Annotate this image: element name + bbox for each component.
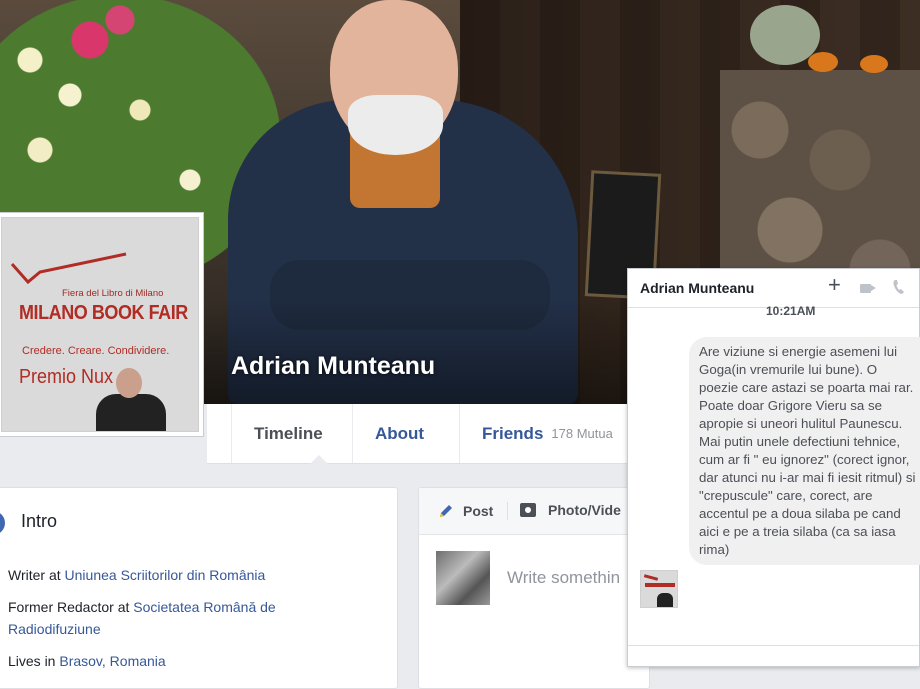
pencil-icon	[440, 505, 452, 517]
picture-person	[90, 368, 170, 431]
tab-timeline[interactable]: Timeline	[231, 404, 352, 464]
phone-icon[interactable]	[892, 279, 906, 295]
tab-about[interactable]: About	[352, 404, 452, 463]
post-label: Post	[463, 503, 494, 519]
intro-title: Intro	[21, 511, 58, 531]
composer-input[interactable]: Write somethin	[507, 568, 620, 588]
intro-card: Intro Writer at Uniunea Scriitorilor din…	[0, 487, 398, 689]
profile-picture-image: Fiera del Libro di Milano MILANO BOOK FA…	[1, 217, 199, 432]
intro-item-lives-in: Lives in Brasov, Romania	[8, 650, 166, 672]
tab-friends-label: Friends	[482, 423, 544, 443]
composer-divider	[507, 502, 508, 520]
chat-header[interactable]: Adrian Munteanu +	[628, 269, 919, 308]
profile-name[interactable]: Adrian Munteanu	[231, 352, 435, 381]
post-composer: Post Photo/Vide Write somethin	[418, 487, 650, 689]
photo-video-label: Photo/Vide	[548, 502, 621, 518]
video-call-icon[interactable]	[860, 284, 876, 293]
cover-person-beard	[348, 95, 443, 155]
message-timestamp: 10:21AM	[766, 304, 816, 318]
message-bubble[interactable]: Are viziune si energie asemeni lui Goga(…	[689, 337, 920, 565]
photo-icon	[520, 503, 536, 517]
cover-pumpkin-small	[860, 55, 888, 73]
picture-text-fair-italian: Fiera del Libro di Milano	[62, 288, 164, 299]
composer-avatar[interactable]	[436, 551, 490, 605]
plus-icon[interactable]: +	[828, 274, 841, 296]
globe-icon	[0, 511, 5, 535]
photo-video-button[interactable]: Photo/Vide	[520, 502, 621, 518]
cover-pumpkin-small	[808, 52, 838, 72]
book-fair-logo-icon	[10, 252, 127, 285]
chat-input-area[interactable]	[628, 645, 919, 666]
intro-item-former-work: Former Redactor at Societatea Română de …	[8, 596, 368, 640]
intro-link-workplace[interactable]: Uniunea Scriitorilor din România	[65, 567, 266, 583]
tab-timeline-label: Timeline	[254, 423, 323, 443]
intro-item-prefix: Writer at	[8, 567, 65, 583]
post-button[interactable]: Post	[437, 502, 493, 520]
picture-text-slogan: Credere. Creare. Condividere.	[22, 345, 170, 357]
chat-contact-avatar[interactable]	[640, 570, 678, 608]
profile-picture[interactable]: Fiera del Libro di Milano MILANO BOOK FA…	[0, 212, 204, 437]
tab-about-label: About	[375, 423, 425, 443]
intro-item-prefix: Former Redactor at	[8, 599, 134, 615]
intro-item-work: Writer at Uniunea Scriitorilor din Român…	[8, 564, 265, 586]
chat-window: Adrian Munteanu + 10:21AM Are viziune si…	[627, 268, 920, 667]
picture-text-fair-name: MILANO BOOK FAIR	[19, 302, 188, 324]
mutual-friends-count: 178 Mutua	[551, 426, 613, 441]
composer-header: Post Photo/Vide	[419, 488, 649, 535]
chat-contact-name[interactable]: Adrian Munteanu	[640, 280, 754, 296]
active-tab-caret	[310, 455, 328, 464]
